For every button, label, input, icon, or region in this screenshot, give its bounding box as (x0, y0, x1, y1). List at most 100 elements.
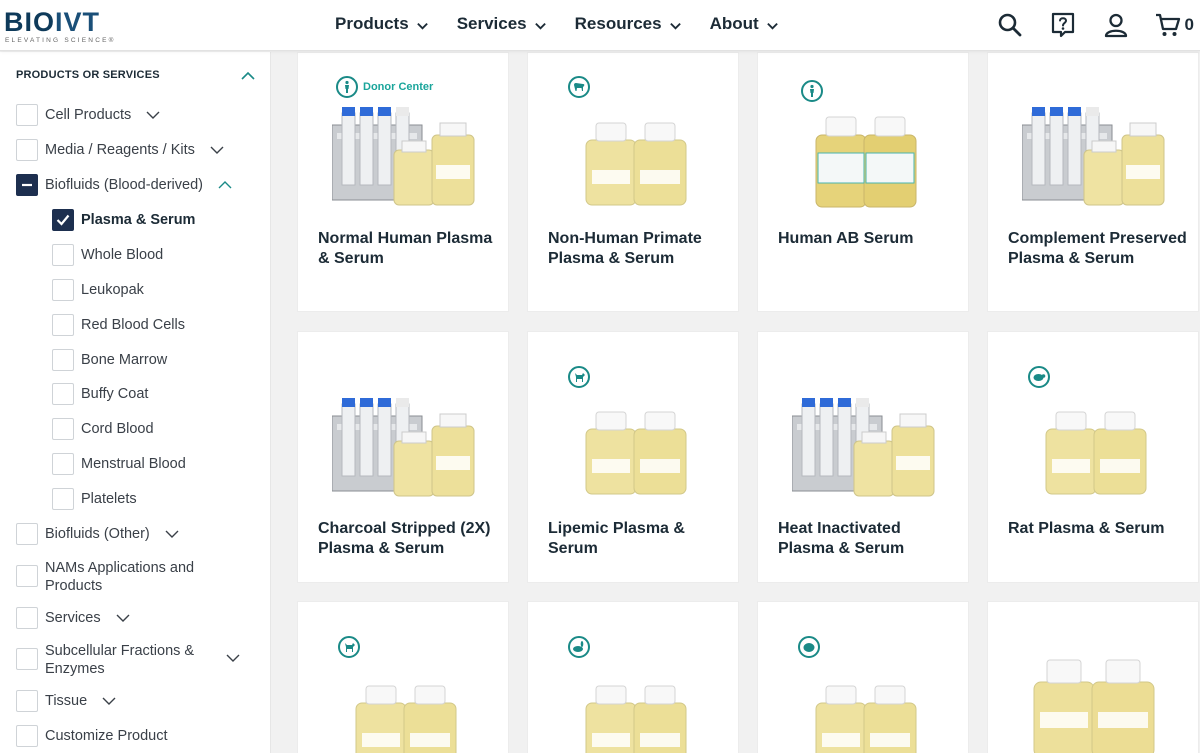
filter-media-reagents-kits[interactable]: Media / Reagents / Kits (16, 139, 225, 161)
product-image-bottles-large (1033, 659, 1155, 753)
filter-subcellular[interactable]: Subcellular Fractions & Enzymes (16, 640, 241, 678)
nav-services[interactable]: Services (457, 14, 547, 34)
primate-icon (574, 83, 585, 91)
checkbox[interactable] (16, 523, 38, 545)
search-icon[interactable] (997, 12, 1023, 38)
product-card[interactable] (527, 601, 739, 753)
filter-whole-blood[interactable]: Whole Blood (52, 244, 163, 266)
product-title[interactable]: Human AB Serum (778, 229, 958, 249)
help-icon[interactable] (1050, 12, 1076, 38)
checkbox-partial[interactable] (16, 174, 38, 196)
filter-customize-product[interactable]: Customize Product (16, 725, 168, 747)
chevron-down-icon (766, 22, 778, 30)
product-image-bottles (585, 685, 687, 753)
chevron-down-icon[interactable] (164, 526, 180, 542)
product-title[interactable]: Charcoal Stripped (2X) Plasma & Serum (318, 519, 508, 559)
filter-label: Biofluids (Blood-derived) (45, 177, 203, 193)
product-title[interactable]: Normal Human Plasma & Serum (318, 229, 498, 269)
product-card[interactable]: Lipemic Plasma & Serum (527, 331, 739, 583)
nav-products-label: Products (335, 14, 409, 33)
checkbox[interactable] (52, 314, 74, 336)
filter-label: Menstrual Blood (81, 456, 186, 472)
product-image-rack (332, 398, 475, 497)
filter-biofluids-other[interactable]: Biofluids (Other) (16, 523, 180, 545)
filter-label: Buffy Coat (81, 386, 149, 402)
header-actions: 0 (970, 12, 1194, 38)
filter-menstrual-blood[interactable]: Menstrual Blood (52, 453, 186, 475)
filter-label: Leukopak (81, 282, 144, 298)
product-card[interactable]: Complement Preserved Plasma & Serum (987, 52, 1199, 312)
filter-plasma-serum[interactable]: Plasma & Serum (52, 209, 195, 231)
species-badge (798, 636, 820, 658)
product-card[interactable] (987, 601, 1199, 753)
chevron-up-icon[interactable] (240, 68, 256, 84)
filter-label: Biofluids (Other) (45, 526, 150, 542)
checkbox[interactable] (52, 453, 74, 475)
product-card[interactable]: Charcoal Stripped (2X) Plasma & Serum (297, 331, 509, 583)
nav-products[interactable]: Products (335, 14, 429, 34)
bioivt-logo[interactable]: BIOIVT ELEVATING SCIENCE® (4, 8, 124, 46)
filter-nams[interactable]: NAMs Applications and Products (16, 557, 215, 595)
product-card[interactable]: Non-Human Primate Plasma & Serum (527, 52, 739, 312)
product-title[interactable]: Complement Preserved Plasma & Serum (1008, 229, 1188, 269)
product-card[interactable]: Human AB Serum (757, 52, 969, 312)
product-title[interactable]: Rat Plasma & Serum (1008, 519, 1188, 539)
checkbox[interactable] (16, 565, 38, 587)
product-card[interactable]: Donor Center Normal Human Plasma & Serum (297, 52, 509, 312)
account-icon[interactable] (1103, 12, 1129, 38)
chevron-up-icon[interactable] (217, 177, 233, 193)
filter-cell-products[interactable]: Cell Products (16, 104, 161, 126)
product-card[interactable] (757, 601, 969, 753)
checkbox[interactable] (16, 690, 38, 712)
filter-services[interactable]: Services (16, 607, 131, 629)
filter-biofluids-blood[interactable]: Biofluids (Blood-derived) (16, 174, 233, 196)
product-image-bottles (815, 685, 917, 753)
checkbox[interactable] (16, 725, 38, 747)
chevron-down-icon[interactable] (101, 693, 117, 709)
filter-red-blood-cells[interactable]: Red Blood Cells (52, 314, 185, 336)
checkbox[interactable] (52, 244, 74, 266)
chevron-down-icon[interactable] (145, 107, 161, 123)
checkbox[interactable] (16, 607, 38, 629)
rabbit-icon (573, 641, 584, 652)
chevron-down-icon[interactable] (225, 650, 241, 666)
species-badge (338, 636, 360, 658)
chevron-down-icon (534, 22, 546, 30)
checkbox[interactable] (16, 139, 38, 161)
filter-label: Cell Products (45, 107, 132, 123)
chevron-down-icon[interactable] (209, 142, 225, 158)
product-title[interactable]: Non-Human Primate Plasma & Serum (548, 229, 728, 269)
dog-icon (345, 643, 355, 652)
chevron-down-icon (669, 22, 681, 30)
nav-resources[interactable]: Resources (575, 14, 682, 34)
checkbox[interactable] (52, 418, 74, 440)
filter-cord-blood[interactable]: Cord Blood (52, 418, 154, 440)
chevron-down-icon[interactable] (115, 610, 131, 626)
checkbox[interactable] (52, 488, 74, 510)
product-title[interactable]: Heat Inactivated Plasma & Serum (778, 519, 958, 559)
product-card[interactable]: Rat Plasma & Serum (987, 331, 1199, 583)
checkbox[interactable] (52, 349, 74, 371)
check-icon (56, 214, 70, 226)
checkbox[interactable] (52, 279, 74, 301)
filter-leukopak[interactable]: Leukopak (52, 279, 144, 301)
checkbox-checked[interactable] (52, 209, 74, 231)
cart-button[interactable]: 0 (1155, 12, 1194, 38)
product-image-bottles (1045, 411, 1147, 495)
checkbox[interactable] (16, 104, 38, 126)
product-card[interactable] (297, 601, 509, 753)
checkbox[interactable] (16, 648, 38, 670)
product-card[interactable]: Heat Inactivated Plasma & Serum (757, 331, 969, 583)
checkbox[interactable] (52, 383, 74, 405)
filter-platelets[interactable]: Platelets (52, 488, 137, 510)
filter-bone-marrow[interactable]: Bone Marrow (52, 349, 167, 371)
filter-section-title: PRODUCTS OR SERVICES (16, 69, 160, 81)
badge-label: Donor Center (363, 81, 434, 93)
species-badge (1028, 366, 1050, 388)
nav-about[interactable]: About (710, 14, 779, 34)
main-nav: Products Services Resources About (335, 14, 807, 34)
nav-resources-label: Resources (574, 14, 662, 33)
filter-tissue[interactable]: Tissue (16, 690, 117, 712)
filter-buffy-coat[interactable]: Buffy Coat (52, 383, 148, 405)
product-title[interactable]: Lipemic Plasma & Serum (548, 519, 728, 559)
